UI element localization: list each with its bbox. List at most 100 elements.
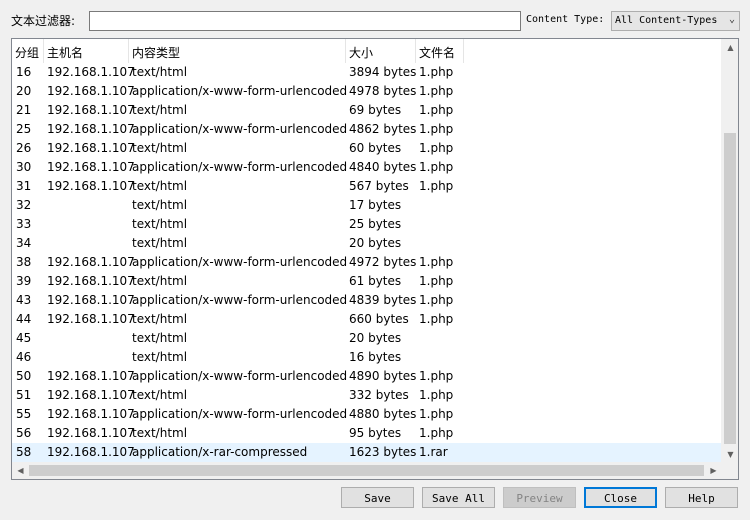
cell-packet: 38 xyxy=(16,255,32,269)
cell-hostname: 192.168.1.107 xyxy=(47,255,135,269)
cell-packet: 20 xyxy=(16,84,32,98)
column-header-content-type[interactable]: 内容类型 xyxy=(129,39,346,63)
cell-filename: 1.php xyxy=(419,407,454,421)
vertical-scrollbar[interactable]: ▲ ▼ xyxy=(721,39,738,463)
cell-filename: 1.php xyxy=(419,312,454,326)
table-row[interactable]: 33 text/html 25 bytes xyxy=(12,215,722,234)
table-row[interactable]: 51 192.168.1.107 text/html 332 bytes 1.php xyxy=(12,386,722,405)
cell-packet: 45 xyxy=(16,331,32,345)
table-row[interactable]: 21 192.168.1.107 text/html 69 bytes 1.php xyxy=(12,101,722,120)
cell-packet: 31 xyxy=(16,179,32,193)
cell-size: 16 bytes xyxy=(349,350,402,364)
cell-size: 60 bytes xyxy=(349,141,402,155)
save-button[interactable]: Save xyxy=(341,487,414,508)
cell-size: 20 bytes xyxy=(349,331,402,345)
cell-hostname: 192.168.1.107 xyxy=(47,369,135,383)
cell-size: 567 bytes xyxy=(349,179,409,193)
sort-ascending-icon: ⌃ xyxy=(24,38,31,45)
cell-content-type: text/html xyxy=(132,236,188,250)
chevron-down-icon: ⌄ xyxy=(728,14,735,25)
table-row[interactable]: 25 192.168.1.107 application/x-www-form-ur… xyxy=(12,120,722,139)
horizontal-scroll-thumb[interactable] xyxy=(29,465,704,476)
cell-size: 17 bytes xyxy=(349,198,402,212)
column-header-packet[interactable]: ⌃ 分组 xyxy=(12,39,44,63)
vertical-scroll-thumb[interactable] xyxy=(724,133,736,444)
content-type-label: Content Type: xyxy=(526,14,605,25)
cell-packet: 30 xyxy=(16,160,32,174)
cell-packet: 43 xyxy=(16,293,32,307)
cell-filename: 1.php xyxy=(419,141,454,155)
table-row[interactable]: 26 192.168.1.107 text/html 60 bytes 1.php xyxy=(12,139,722,158)
cell-hostname: 192.168.1.107 xyxy=(47,312,135,326)
table-row[interactable]: 45 text/html 20 bytes xyxy=(12,329,722,348)
table-row[interactable]: 55 192.168.1.107 application/x-www-form-ur… xyxy=(12,405,722,424)
horizontal-scrollbar[interactable]: ◀ ▶ xyxy=(12,462,722,479)
cell-hostname: 192.168.1.107 xyxy=(47,274,135,288)
cell-content-type: application/x-www-form-urlencoded xyxy=(132,293,348,307)
scroll-up-icon[interactable]: ▲ xyxy=(722,39,738,56)
cell-packet: 55 xyxy=(16,407,32,421)
cell-filename: 1.php xyxy=(419,274,454,288)
cell-size: 4840 bytes xyxy=(349,160,417,174)
table-row[interactable]: 20 192.168.1.107 application/x-www-form-ur… xyxy=(12,82,722,101)
table-row[interactable]: 50 192.168.1.107 application/x-www-form-ur… xyxy=(12,367,722,386)
table-row[interactable]: 43 192.168.1.107 application/x-www-form-ur… xyxy=(12,291,722,310)
cell-hostname: 192.168.1.107 xyxy=(47,426,135,440)
cell-content-type: text/html xyxy=(132,331,188,345)
table-row[interactable]: 16 192.168.1.107 text/html 3894 bytes 1.php xyxy=(12,63,722,82)
cell-size: 4978 bytes xyxy=(349,84,417,98)
cell-size: 4890 bytes xyxy=(349,369,417,383)
table-row[interactable]: 31 192.168.1.107 text/html 567 bytes 1.php xyxy=(12,177,722,196)
table-row[interactable]: 39 192.168.1.107 text/html 61 bytes 1.php xyxy=(12,272,722,291)
cell-content-type: application/x-rar-compressed xyxy=(132,445,308,459)
cell-content-type: text/html xyxy=(132,198,188,212)
scroll-left-icon[interactable]: ◀ xyxy=(12,462,29,479)
table-row[interactable]: 30 192.168.1.107 application/x-www-form-ur… xyxy=(12,158,722,177)
table-row[interactable]: 38 192.168.1.107 application/x-www-form-ur… xyxy=(12,253,722,272)
help-button[interactable]: Help xyxy=(665,487,738,508)
cell-hostname: 192.168.1.107 xyxy=(47,179,135,193)
cell-content-type: application/x-www-form-urlencoded xyxy=(132,84,348,98)
cell-hostname: 192.168.1.107 xyxy=(47,122,135,136)
cell-content-type: text/html xyxy=(132,312,188,326)
table-row[interactable]: 46 text/html 16 bytes xyxy=(12,348,722,367)
cell-size: 61 bytes xyxy=(349,274,402,288)
cell-filename: 1.php xyxy=(419,255,454,269)
column-header-size[interactable]: 大小 xyxy=(346,39,416,63)
scroll-right-icon[interactable]: ▶ xyxy=(705,462,722,479)
cell-size: 4880 bytes xyxy=(349,407,417,421)
cell-filename: 1.php xyxy=(419,84,454,98)
cell-content-type: text/html xyxy=(132,141,188,155)
cell-content-type: application/x-www-form-urlencoded xyxy=(132,407,348,421)
cell-hostname: 192.168.1.107 xyxy=(47,445,135,459)
cell-filename: 1.php xyxy=(419,103,454,117)
column-header-filename[interactable]: 文件名 xyxy=(416,39,464,63)
scroll-down-icon[interactable]: ▼ xyxy=(722,446,738,463)
table-row[interactable]: 58 192.168.1.107 application/x-rar-compres… xyxy=(12,443,722,462)
cell-hostname: 192.168.1.107 xyxy=(47,160,135,174)
table-row[interactable]: 32 text/html 17 bytes xyxy=(12,196,722,215)
column-header-hostname[interactable]: 主机名 xyxy=(44,39,129,63)
save-all-button[interactable]: Save All xyxy=(422,487,495,508)
cell-content-type: application/x-www-form-urlencoded xyxy=(132,255,348,269)
scrollbar-corner xyxy=(721,462,738,479)
text-filter-input[interactable] xyxy=(89,11,521,31)
cell-filename: 1.php xyxy=(419,122,454,136)
cell-size: 20 bytes xyxy=(349,236,402,250)
cell-hostname: 192.168.1.107 xyxy=(47,141,135,155)
cell-filename: 1.php xyxy=(419,293,454,307)
content-type-selected-value: All Content-Types xyxy=(615,15,718,26)
cell-size: 4839 bytes xyxy=(349,293,417,307)
object-list-table: ⌃ 分组 主机名 内容类型 大小 文件名 16 192.168.1.107 text… xyxy=(11,38,739,480)
table-row[interactable]: 34 text/html 20 bytes xyxy=(12,234,722,253)
content-type-select[interactable]: All Content-Types ⌄ xyxy=(611,11,740,31)
table-row[interactable]: 56 192.168.1.107 text/html 95 bytes 1.php xyxy=(12,424,722,443)
cell-content-type: text/html xyxy=(132,350,188,364)
cell-content-type: text/html xyxy=(132,388,188,402)
cell-packet: 39 xyxy=(16,274,32,288)
cell-hostname: 192.168.1.107 xyxy=(47,407,135,421)
text-filter-label: 文本过滤器: xyxy=(11,14,76,28)
close-button[interactable]: Close xyxy=(584,487,657,508)
table-row[interactable]: 44 192.168.1.107 text/html 660 bytes 1.php xyxy=(12,310,722,329)
cell-hostname: 192.168.1.107 xyxy=(47,293,135,307)
